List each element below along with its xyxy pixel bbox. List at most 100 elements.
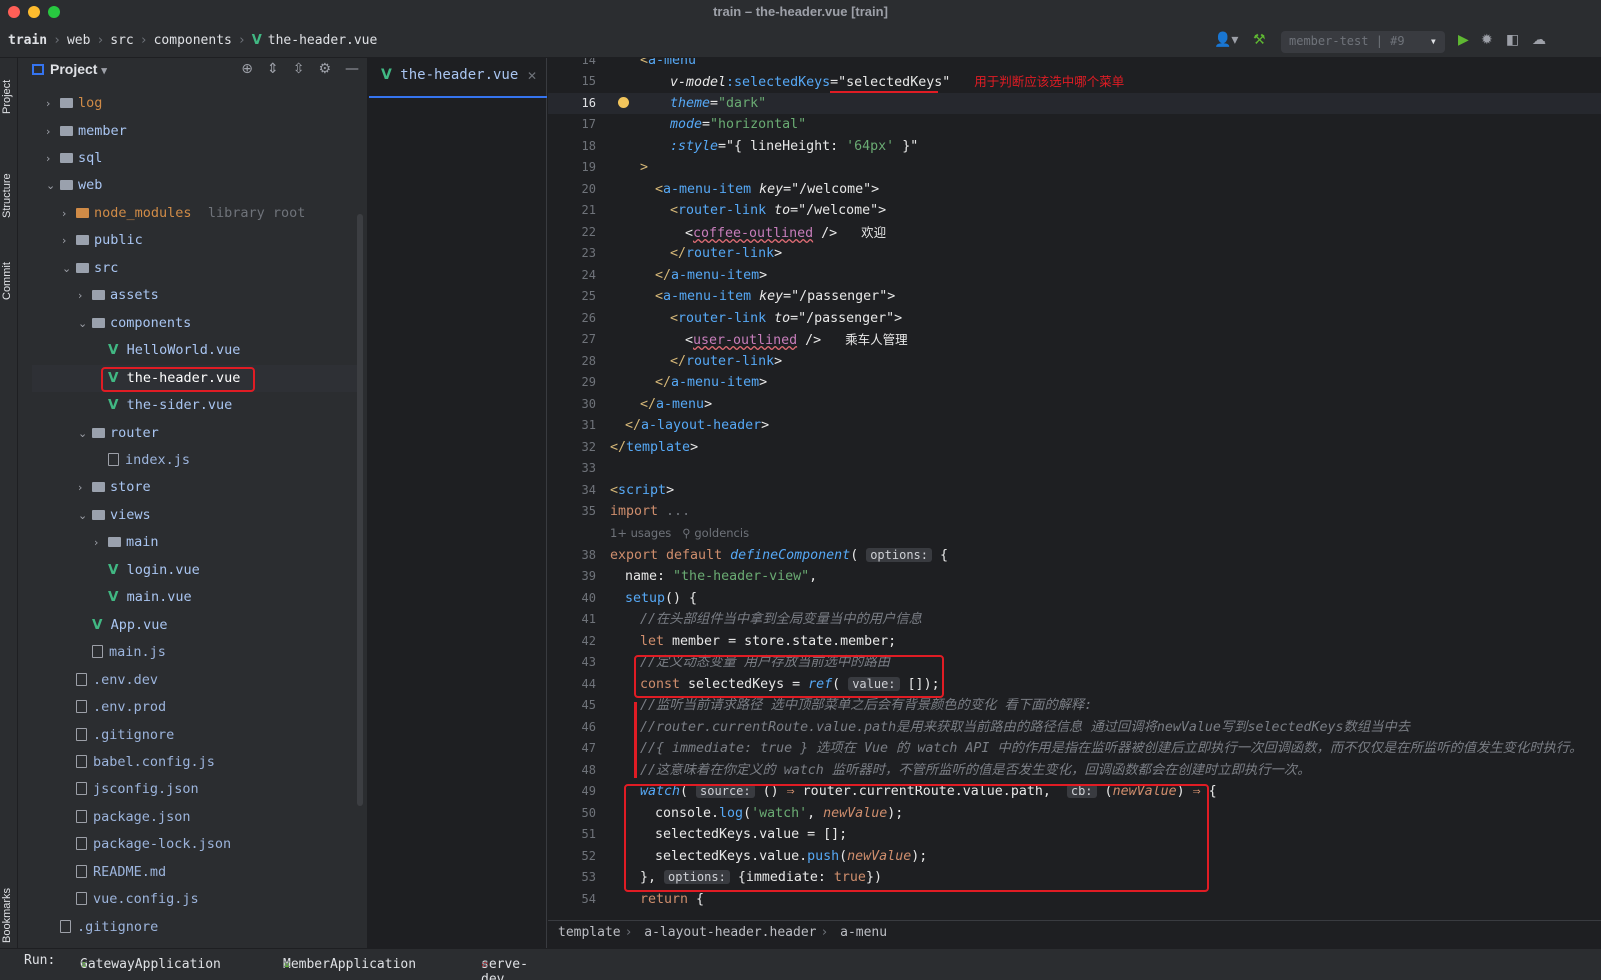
line-number: 16 xyxy=(581,96,596,110)
tab-commit[interactable]: Commit xyxy=(1,262,13,300)
line-number: 49 xyxy=(581,784,596,798)
tree-item-jsconfig[interactable]: jsconfig.json xyxy=(32,776,358,803)
code-line: //router.currentRoute.value.path是用来获取当前路… xyxy=(640,720,1411,735)
code-line: return { xyxy=(640,892,705,907)
line-number: 28 xyxy=(581,354,596,368)
tree-item-sql[interactable]: › sql xyxy=(32,145,358,172)
tab-project[interactable]: Project xyxy=(1,80,13,114)
code-line: <a-menu xyxy=(640,58,697,68)
line-number: 44 xyxy=(581,677,596,691)
crumb-file[interactable]: the-header.vue xyxy=(268,33,378,48)
file-breadcrumb: train › web › src › components › V the-heade… xyxy=(8,33,378,48)
tree-item-env-prod[interactable]: .env.prod xyxy=(32,694,358,721)
line-number: 48 xyxy=(581,763,596,777)
tree-item-babel-config[interactable]: babel.config.js xyxy=(32,749,358,776)
tree-item-gitignore-web[interactable]: .gitignore xyxy=(32,722,358,749)
crumb-components[interactable]: components xyxy=(154,33,232,48)
tree-item-index-js[interactable]: index.js xyxy=(32,447,358,474)
line-number: 45 xyxy=(581,698,596,712)
tab-bookmarks[interactable]: Bookmarks xyxy=(1,888,13,943)
tab-the-header-vue[interactable]: V the-header.vue ✕ xyxy=(369,58,547,98)
tree-item-vue-config[interactable]: vue.config.js xyxy=(32,886,358,913)
line-number: 47 xyxy=(581,741,596,755)
tree-item-store[interactable]: › store xyxy=(32,474,358,501)
tree-item-node-modules[interactable]: › node_modules library root xyxy=(32,200,358,227)
usages-hint[interactable]: 1+ usages ⚲ goldencis xyxy=(610,523,749,544)
window-title: train – the-header.vue [train] xyxy=(713,4,888,19)
annotation-highlight-box xyxy=(101,367,255,392)
tree-item-app-vue[interactable]: V App.vue xyxy=(32,612,358,639)
collapse-all-icon[interactable]: ⇳ xyxy=(293,61,305,77)
profiler-icon[interactable]: ☁ xyxy=(1532,32,1546,48)
tree-item-env-dev[interactable]: .env.dev xyxy=(32,667,358,694)
tree-item-router[interactable]: ⌄ router xyxy=(32,420,358,447)
line-number: 26 xyxy=(581,311,596,325)
code-line: <user-outlined /> 乘车人管理 xyxy=(685,332,908,348)
build-hammer-icon[interactable]: ⚒ xyxy=(1253,32,1266,48)
line-number: 31 xyxy=(581,418,596,432)
title-bar: train – the-header.vue [train] xyxy=(0,0,1601,24)
code-line: mode="horizontal" xyxy=(670,117,807,132)
code-line: //这意味着在你定义的 watch 监听器时，不管所监听的值是否发生变化，回调函… xyxy=(640,763,1311,778)
line-number: 46 xyxy=(581,720,596,734)
tree-item-main-js[interactable]: main.js xyxy=(32,639,358,666)
code-line: <coffee-outlined /> 欢迎 xyxy=(685,225,887,241)
tree-item-login-vue[interactable]: V login.vue xyxy=(32,557,358,584)
tree-item-views[interactable]: ⌄ views xyxy=(32,502,358,529)
tree-item-package-lock[interactable]: package-lock.json xyxy=(32,831,358,858)
line-number: 42 xyxy=(581,634,596,648)
code-line: <a-menu-item key="/welcome"> xyxy=(655,182,880,197)
tree-item-helloworld[interactable]: V HelloWorld.vue xyxy=(32,337,358,364)
tree-item-components[interactable]: ⌄ components xyxy=(32,310,358,337)
code-line: </a-layout-header> xyxy=(625,418,770,433)
tree-item-gitignore-root[interactable]: .gitignore xyxy=(32,914,358,941)
line-number: 14 xyxy=(581,58,596,67)
breadcrumb-layout-header[interactable]: a-layout-header.header xyxy=(644,925,816,940)
tree-item-log[interactable]: › log xyxy=(32,90,358,117)
project-panel-title[interactable]: Project ▾ xyxy=(32,61,107,77)
tree-item-src[interactable]: ⌄ src xyxy=(32,255,358,282)
code-line: > xyxy=(640,160,649,175)
crumb-web[interactable]: web xyxy=(67,33,90,48)
hide-panel-icon[interactable]: — xyxy=(345,61,359,77)
tree-item-main-folder[interactable]: › main xyxy=(32,529,358,556)
crumb-src[interactable]: src xyxy=(110,33,133,48)
expand-all-icon[interactable]: ⇕ xyxy=(267,61,279,77)
code-line: //在头部组件当中拿到全局变量当中的用户信息 xyxy=(640,612,922,627)
tree-item-the-sider[interactable]: V the-sider.vue xyxy=(32,392,358,419)
code-line: //监听当前请求路径 选中顶部菜单之后会有背景颜色的变化 看下面的解释: xyxy=(640,698,1093,713)
tree-item-assets[interactable]: › assets xyxy=(32,282,358,309)
run-configuration-select[interactable]: member-test | #9 ▾ xyxy=(1281,31,1445,53)
locate-file-icon[interactable]: ⊕ xyxy=(241,61,253,77)
tree-item-readme[interactable]: README.md xyxy=(32,859,358,886)
user-icon[interactable]: 👤▾ xyxy=(1214,32,1238,48)
tab-structure[interactable]: Structure xyxy=(1,173,13,218)
tree-item-public[interactable]: › public xyxy=(32,227,358,254)
run-icon[interactable]: ▶ xyxy=(1458,32,1469,48)
code-line: setup() { xyxy=(625,591,698,606)
code-line: <a-menu-item key="/passenger"> xyxy=(655,289,896,304)
line-number: 54 xyxy=(581,892,596,906)
line-number: 35 xyxy=(581,504,596,518)
lightbulb-icon[interactable] xyxy=(618,97,629,108)
debug-icon[interactable]: ✹ xyxy=(1481,32,1493,48)
line-number: 22 xyxy=(581,225,596,239)
line-number: 52 xyxy=(581,849,596,863)
tree-item-package-json[interactable]: package.json xyxy=(32,804,358,831)
tree-item-member[interactable]: › member xyxy=(32,118,358,145)
code-line: <script> xyxy=(610,483,675,498)
code-line: </template> xyxy=(610,440,699,455)
tree-item-main-vue[interactable]: V main.vue xyxy=(32,584,358,611)
annotation-box-selectedkeys xyxy=(634,655,944,698)
code-line: import ... xyxy=(610,504,691,519)
project-scrollbar[interactable] xyxy=(357,214,363,806)
breadcrumb-template[interactable]: template xyxy=(558,925,621,940)
close-tab-icon[interactable]: ✕ xyxy=(527,69,537,83)
crumb-project[interactable]: train xyxy=(8,33,47,48)
coverage-icon[interactable]: ◧ xyxy=(1506,32,1519,48)
tree-item-web[interactable]: ⌄ web xyxy=(32,172,358,199)
navigation-bar: train › web › src › components › V the-heade… xyxy=(0,24,1601,58)
code-line: export default defineComponent( options:… xyxy=(610,548,949,563)
gear-icon[interactable]: ⚙ xyxy=(318,61,331,77)
breadcrumb-a-menu[interactable]: a-menu xyxy=(840,925,887,940)
